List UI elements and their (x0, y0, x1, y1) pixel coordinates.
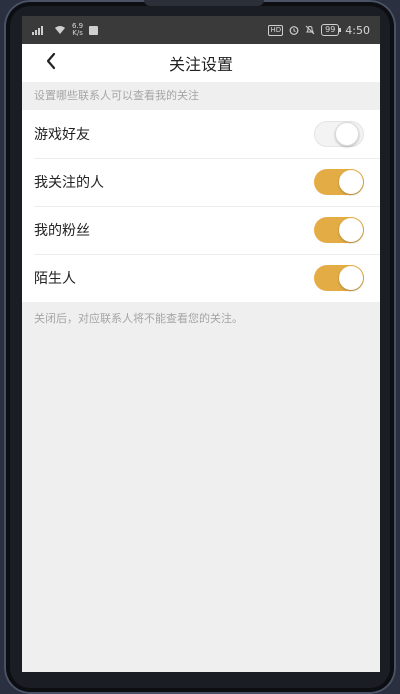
alarm-icon (289, 25, 299, 35)
battery-indicator: 99 (321, 24, 342, 36)
mute-icon (305, 25, 315, 35)
setting-label: 游戏好友 (34, 127, 90, 143)
section-hint: 设置哪些联系人可以查看我的关注 (22, 82, 380, 110)
setting-row-strangers: 陌生人 (22, 254, 380, 302)
setting-row-followers: 我的粉丝 (22, 206, 380, 254)
wifi-icon (54, 25, 66, 35)
nav-bar: 关注设置 (22, 44, 380, 82)
page-title: 关注设置 (168, 55, 233, 74)
toggle-knob (339, 218, 363, 242)
footnote: 关闭后，对应联系人将不能查看您的关注。 (34, 312, 243, 325)
game-friends-toggle[interactable] (314, 121, 364, 147)
status-bar: 6.9 K/s HD 99 4:50 (22, 16, 380, 44)
chevron-left-icon (45, 52, 57, 74)
settings-list: 游戏好友 我关注的人 我的粉丝 陌生人 (22, 110, 380, 302)
setting-row-game-friends: 游戏好友 (22, 110, 380, 158)
followers-toggle[interactable] (314, 217, 364, 243)
clock: 4:50 (345, 23, 370, 37)
network-speed: 6.9 K/s (72, 22, 84, 37)
toggle-knob (335, 122, 359, 146)
notification-icon (89, 25, 99, 35)
strangers-toggle[interactable] (314, 265, 364, 291)
hd-badge: HD (268, 24, 284, 36)
following-toggle[interactable] (314, 169, 364, 195)
setting-label: 陌生人 (34, 271, 76, 287)
setting-label: 我关注的人 (34, 175, 104, 191)
screen: 6.9 K/s HD 99 4:50 关注设置 设置哪些联系人可以查看我的关注 … (22, 16, 380, 672)
setting-row-following: 我关注的人 (22, 158, 380, 206)
earpiece (144, 0, 264, 6)
toggle-knob (339, 170, 363, 194)
toggle-knob (339, 266, 363, 290)
setting-label: 我的粉丝 (34, 223, 90, 239)
back-button[interactable] (36, 48, 66, 78)
signal-icon (32, 25, 48, 35)
